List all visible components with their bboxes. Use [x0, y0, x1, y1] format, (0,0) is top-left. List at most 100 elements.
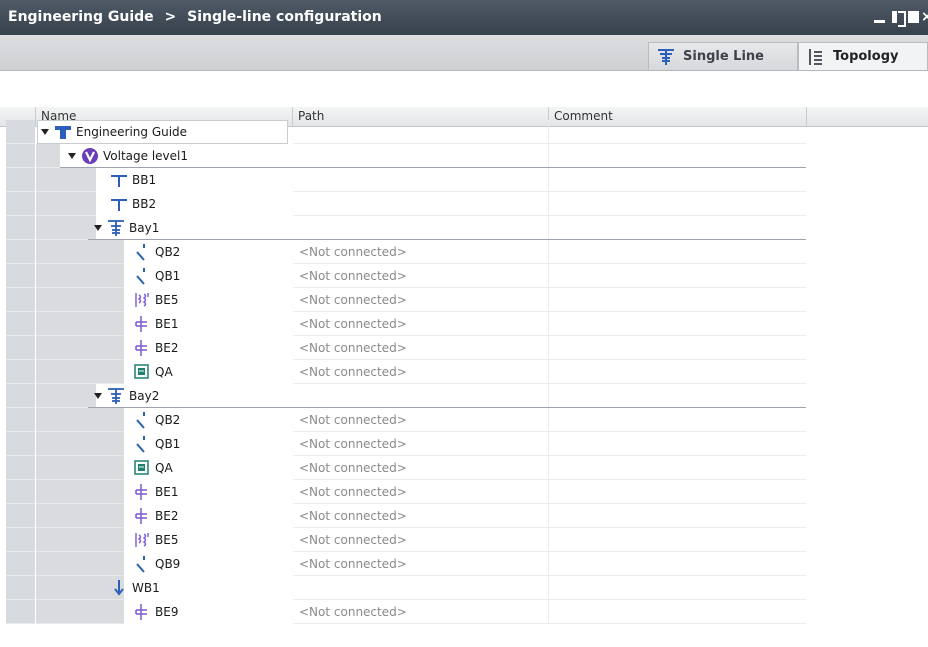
row-path[interactable]: [293, 144, 548, 168]
tree-row[interactable]: QA <Not connected>: [0, 456, 928, 480]
row-path[interactable]: <Not connected>: [293, 480, 548, 504]
row-selector[interactable]: [6, 360, 35, 384]
row-path[interactable]: <Not connected>: [293, 432, 548, 456]
row-comment[interactable]: [548, 576, 806, 600]
row-comment[interactable]: [548, 600, 806, 624]
row-comment[interactable]: [548, 264, 806, 288]
expand-caret-icon[interactable]: [93, 223, 103, 233]
row-comment[interactable]: [548, 120, 806, 144]
row-name-cell[interactable]: BB1: [110, 168, 156, 192]
row-name-cell[interactable]: Bay1: [93, 216, 159, 240]
row-name-cell[interactable]: BE5: [133, 528, 178, 552]
row-selector[interactable]: [6, 216, 35, 240]
row-selector[interactable]: [6, 264, 35, 288]
tree-row[interactable]: BB1: [0, 168, 928, 192]
tree-row[interactable]: QB1 <Not connected>: [0, 432, 928, 456]
row-selector[interactable]: [6, 576, 35, 600]
row-selector[interactable]: [6, 336, 35, 360]
row-name-cell[interactable]: QB1: [133, 432, 180, 456]
tree-row[interactable]: BE1 <Not connected>: [0, 312, 928, 336]
tab-single-line[interactable]: Single Line: [648, 42, 798, 70]
row-name-cell[interactable]: QA: [133, 456, 173, 480]
row-path[interactable]: [293, 192, 548, 216]
row-selector[interactable]: [6, 288, 35, 312]
tree-row[interactable]: QB1 <Not connected>: [0, 264, 928, 288]
tree-row[interactable]: Engineering Guide: [0, 120, 928, 144]
row-comment[interactable]: [548, 504, 806, 528]
row-comment[interactable]: [548, 456, 806, 480]
row-selector[interactable]: [6, 456, 35, 480]
row-path[interactable]: <Not connected>: [293, 240, 548, 264]
row-path[interactable]: <Not connected>: [293, 504, 548, 528]
tree-row[interactable]: BE2 <Not connected>: [0, 504, 928, 528]
row-name-cell[interactable]: QB1: [133, 264, 180, 288]
row-selector[interactable]: [6, 240, 35, 264]
row-comment[interactable]: [548, 552, 806, 576]
row-selector[interactable]: [6, 120, 35, 144]
row-name-cell[interactable]: Engineering Guide: [37, 120, 288, 144]
tab-topology[interactable]: Topology: [798, 42, 928, 70]
row-name-cell[interactable]: BE9: [133, 600, 178, 624]
row-selector[interactable]: [6, 432, 35, 456]
row-path[interactable]: <Not connected>: [293, 408, 548, 432]
row-selector[interactable]: [6, 312, 35, 336]
row-selector[interactable]: [6, 552, 35, 576]
row-path[interactable]: [293, 168, 548, 192]
row-name-cell[interactable]: BE2: [133, 336, 178, 360]
row-selector[interactable]: [6, 192, 35, 216]
row-path[interactable]: <Not connected>: [293, 552, 548, 576]
row-name-cell[interactable]: BE1: [133, 480, 178, 504]
row-name-cell[interactable]: Bay2: [93, 384, 159, 408]
row-comment[interactable]: [548, 312, 806, 336]
row-comment[interactable]: [548, 528, 806, 552]
row-path[interactable]: <Not connected>: [293, 264, 548, 288]
expand-caret-icon[interactable]: [40, 127, 50, 137]
row-path[interactable]: <Not connected>: [293, 600, 548, 624]
row-path[interactable]: [293, 576, 548, 600]
row-path[interactable]: <Not connected>: [293, 336, 548, 360]
tree-row[interactable]: QB2 <Not connected>: [0, 408, 928, 432]
row-selector[interactable]: [6, 528, 35, 552]
tree-row[interactable]: QB2 <Not connected>: [0, 240, 928, 264]
row-name-cell[interactable]: BE2: [133, 504, 178, 528]
row-name-cell[interactable]: QB2: [133, 240, 180, 264]
expand-caret-icon[interactable]: [67, 151, 77, 161]
tree-row[interactable]: Bay2: [0, 384, 928, 408]
row-path[interactable]: <Not connected>: [293, 456, 548, 480]
minimize-icon[interactable]: [874, 10, 886, 24]
row-comment[interactable]: [548, 384, 806, 408]
row-selector[interactable]: [6, 144, 35, 168]
row-path[interactable]: <Not connected>: [293, 360, 548, 384]
row-name-cell[interactable]: BE5: [133, 288, 178, 312]
row-name-cell[interactable]: BE1: [133, 312, 178, 336]
close-icon[interactable]: ×: [921, 10, 928, 24]
row-selector[interactable]: [6, 408, 35, 432]
row-selector[interactable]: [6, 504, 35, 528]
row-selector[interactable]: [6, 168, 35, 192]
row-path[interactable]: <Not connected>: [293, 288, 548, 312]
tree-row[interactable]: BE5 <Not connected>: [0, 528, 928, 552]
float-window-icon[interactable]: [892, 10, 906, 27]
tree-row[interactable]: BE2 <Not connected>: [0, 336, 928, 360]
row-comment[interactable]: [548, 216, 806, 240]
row-comment[interactable]: [548, 432, 806, 456]
row-selector[interactable]: [6, 384, 35, 408]
row-name-cell[interactable]: QA: [133, 360, 173, 384]
maximize-icon[interactable]: [908, 10, 919, 24]
tree-row[interactable]: BE1 <Not connected>: [0, 480, 928, 504]
row-name-cell[interactable]: QB2: [133, 408, 180, 432]
tree-row[interactable]: Bay1: [0, 216, 928, 240]
row-comment[interactable]: [548, 168, 806, 192]
row-name-cell[interactable]: WB1: [110, 576, 160, 600]
row-name-cell[interactable]: Voltage level1: [67, 144, 188, 168]
row-path[interactable]: [293, 216, 548, 240]
row-comment[interactable]: [548, 288, 806, 312]
row-name-cell[interactable]: QB9: [133, 552, 180, 576]
tree-row[interactable]: BB2: [0, 192, 928, 216]
row-comment[interactable]: [548, 480, 806, 504]
tree-row[interactable]: WB1: [0, 576, 928, 600]
tree-row[interactable]: QA <Not connected>: [0, 360, 928, 384]
row-comment[interactable]: [548, 408, 806, 432]
row-path[interactable]: [293, 120, 548, 144]
row-path[interactable]: <Not connected>: [293, 528, 548, 552]
